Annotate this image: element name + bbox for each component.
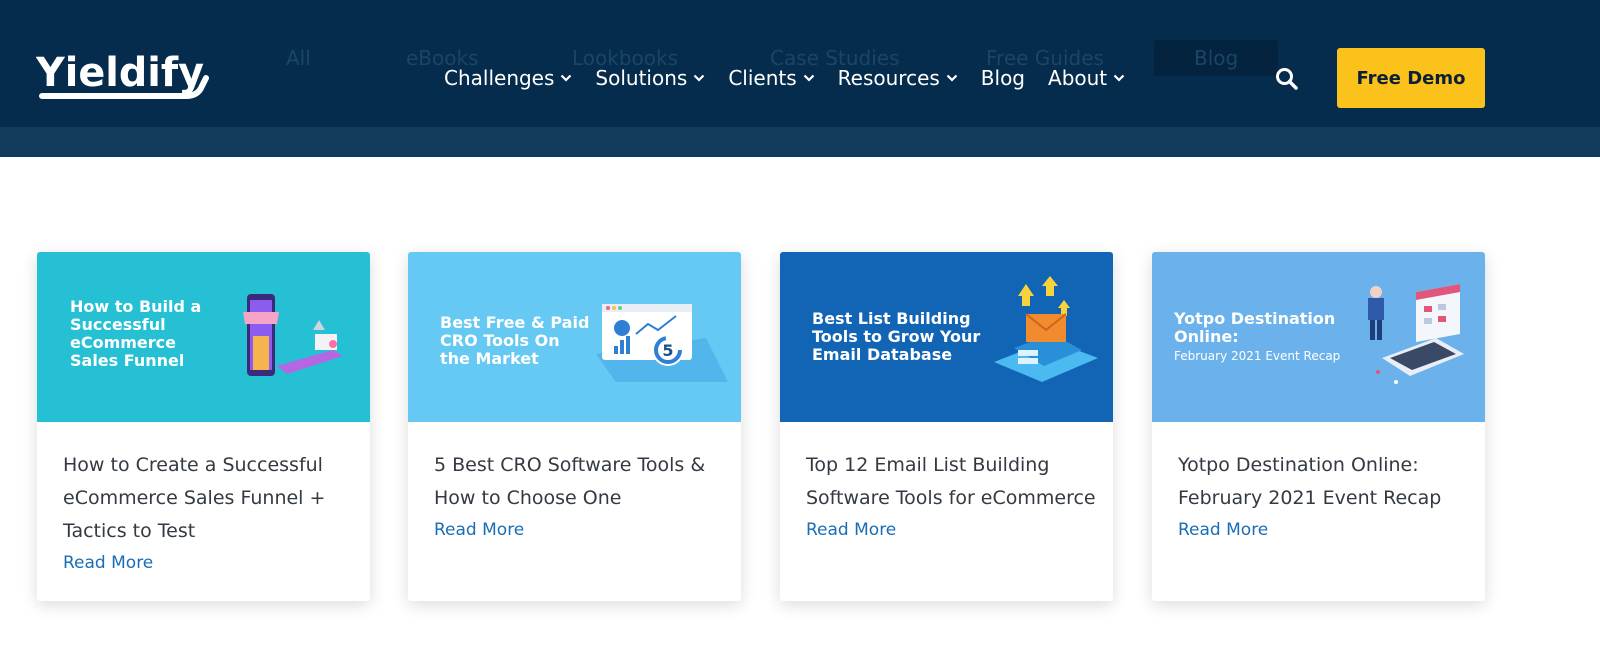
card-text: Top 12 Email List Building Software Tool… — [806, 449, 1096, 546]
nav-label: Solutions — [595, 66, 688, 90]
nav-label: Challenges — [444, 66, 555, 90]
nav-label: Resources — [837, 66, 940, 90]
nav-blog[interactable]: Blog — [981, 66, 1025, 90]
hero-text: Best List Building Tools to Grow Your Em… — [812, 309, 981, 364]
logo-wordmark-icon: Yieldify — [35, 50, 209, 99]
phone-storefront-illustration-icon — [243, 294, 343, 376]
laptop-calendar-illustration-icon — [1368, 284, 1464, 384]
read-more-link[interactable]: Read More — [63, 548, 353, 579]
hero-subtext: February 2021 Event Recap — [1174, 349, 1341, 363]
chevron-down-icon — [561, 74, 572, 82]
card-title: 5 Best CRO Software Tools & How to Choos… — [434, 454, 706, 509]
blog-card-email-list[interactable]: Best List Building Tools to Grow Your Em… — [780, 252, 1113, 601]
main-nav: Challenges Solutions Clients Resources B… — [444, 64, 1125, 92]
nav-label: About — [1048, 66, 1108, 90]
card-text: 5 Best CRO Software Tools & How to Choos… — [434, 449, 724, 546]
search-button[interactable] — [1274, 66, 1300, 92]
hero-text: How to Build a Successful eCommerce Sale… — [70, 297, 202, 370]
card-hero-image: Best Free & Paid CRO Tools On the Market… — [408, 252, 741, 422]
nav-resources[interactable]: Resources — [838, 66, 958, 90]
read-more-link[interactable]: Read More — [806, 515, 1096, 546]
hero-text: Yotpo Destination Online: — [1174, 309, 1336, 346]
card-text: How to Create a Successful eCommerce Sal… — [63, 449, 353, 579]
card-hero-image: How to Build a Successful eCommerce Sale… — [37, 252, 370, 422]
card-title: Top 12 Email List Building Software Tool… — [806, 454, 1096, 509]
analytics-dashboard-illustration-icon: 5 — [596, 304, 728, 382]
card-hero-image: Yotpo Destination Online: February 2021 … — [1152, 252, 1485, 422]
card-title: How to Create a Successful eCommerce Sal… — [63, 454, 326, 542]
svg-text:5: 5 — [662, 341, 673, 360]
svg-text:Yieldify: Yieldify — [36, 50, 204, 96]
ghost-tab-blog: Blog — [1154, 40, 1279, 76]
nav-clients[interactable]: Clients — [728, 66, 814, 90]
chevron-down-icon — [946, 74, 958, 82]
filter-bar — [0, 127, 1600, 157]
read-more-link[interactable]: Read More — [434, 515, 724, 546]
email-envelope-illustration-icon — [994, 276, 1098, 382]
free-demo-button[interactable]: Free Demo — [1337, 48, 1485, 108]
card-title: Yotpo Destination Online: February 2021 … — [1178, 454, 1442, 509]
chevron-down-icon — [694, 74, 705, 82]
nav-solutions[interactable]: Solutions — [595, 66, 705, 90]
hero-text: Best Free & Paid CRO Tools On the Market — [440, 313, 590, 368]
chevron-down-icon — [1113, 74, 1125, 82]
chevron-down-icon — [803, 74, 814, 82]
nav-challenges[interactable]: Challenges — [444, 66, 572, 90]
blog-card-cro-tools[interactable]: Best Free & Paid CRO Tools On the Market… — [408, 252, 741, 601]
yieldify-logo[interactable]: Yieldify — [35, 48, 210, 106]
nav-label: Clients — [728, 66, 797, 90]
nav-label: Blog — [980, 66, 1026, 90]
nav-about[interactable]: About — [1048, 66, 1125, 90]
blog-card-sales-funnel[interactable]: How to Build a Successful eCommerce Sale… — [37, 252, 370, 601]
card-text: Yotpo Destination Online: February 2021 … — [1178, 449, 1468, 546]
ghost-tab-all: All — [286, 46, 311, 70]
blog-card-yotpo-event[interactable]: Yotpo Destination Online: February 2021 … — [1152, 252, 1485, 601]
card-hero-image: Best List Building Tools to Grow Your Em… — [780, 252, 1113, 422]
read-more-link[interactable]: Read More — [1178, 515, 1468, 546]
search-icon — [1276, 68, 1298, 90]
